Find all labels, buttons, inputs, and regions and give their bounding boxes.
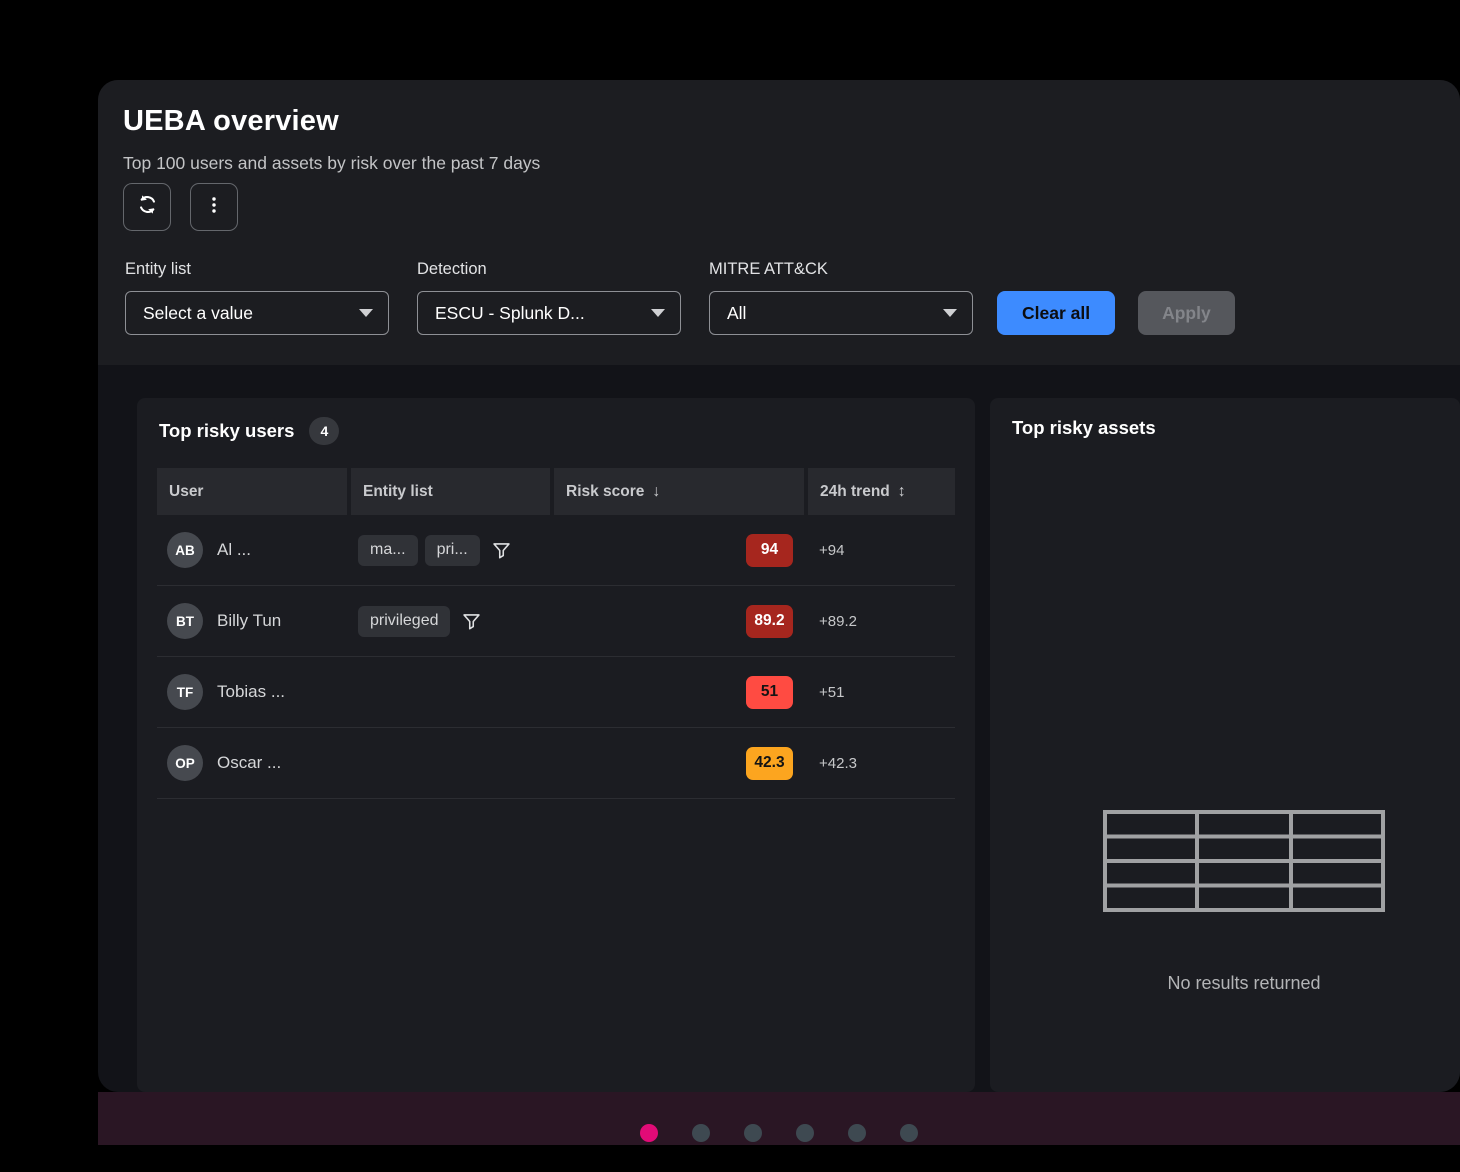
user-cell: AB Al ... [157, 515, 347, 585]
toolbar [123, 183, 1460, 231]
user-cell: BT Billy Tun [157, 586, 347, 656]
table-row[interactable]: BT Billy Tun privileged 89.2 +89.2 [157, 586, 955, 657]
trend-value: +51 [819, 684, 844, 701]
column-header-24h-trend[interactable]: 24h trend ↕ [808, 468, 955, 515]
risk-score-cell: 94 [554, 515, 804, 585]
user-cell: OP Oscar ... [157, 728, 347, 798]
sort-both-icon: ↕ [898, 483, 906, 501]
users-table-header: User Entity list Risk score ↓ 24h trend … [157, 468, 955, 515]
users-count-badge: 4 [309, 417, 339, 445]
entity-list-value: Select a value [143, 303, 253, 324]
column-header-risk-score[interactable]: Risk score ↓ [554, 468, 804, 515]
pagination-dot-active[interactable] [640, 1124, 658, 1142]
risk-score-cell: 42.3 [554, 728, 804, 798]
column-header-entity-list[interactable]: Entity list [351, 468, 550, 515]
page-title: UEBA overview [123, 103, 1460, 139]
user-name: Oscar ... [217, 753, 281, 773]
top-risky-assets-panel: Top risky assets No results returned [990, 398, 1460, 1092]
pagination-dot[interactable] [796, 1124, 814, 1142]
kebab-menu-icon [203, 194, 225, 221]
trend-cell: +94 [808, 515, 955, 585]
risk-score-badge: 94 [746, 534, 793, 567]
user-cell: TF Tobias ... [157, 657, 347, 727]
risk-score-badge: 42.3 [746, 747, 793, 780]
risk-score-badge: 89.2 [746, 605, 793, 638]
trend-cell: +42.3 [808, 728, 955, 798]
chevron-down-icon [651, 309, 665, 317]
chevron-down-icon [359, 309, 373, 317]
mitre-attck-label: MITRE ATT&CK [709, 260, 973, 279]
top-risky-users-panel: Top risky users 4 User Entity list Risk … [137, 398, 975, 1092]
assets-empty-state: No results returned [1103, 810, 1385, 994]
table-row[interactable]: AB Al ... ma...pri... 94 +94 [157, 515, 955, 586]
apply-button[interactable]: Apply [1138, 291, 1235, 335]
entity-list-dropdown[interactable]: Select a value [125, 291, 389, 335]
entity-tag[interactable]: pri... [425, 535, 480, 566]
entity-list-label: Entity list [125, 260, 389, 279]
sort-descending-icon: ↓ [652, 483, 660, 501]
avatar: OP [167, 745, 203, 781]
filter-icon[interactable] [461, 611, 482, 632]
mitre-attck-dropdown[interactable]: All [709, 291, 973, 335]
pagination-dots [640, 1124, 918, 1142]
header-section: UEBA overview Top 100 users and assets b… [98, 80, 1460, 365]
mitre-attck-value: All [727, 303, 746, 324]
entity-cell [351, 657, 550, 727]
pagination-dot[interactable] [900, 1124, 918, 1142]
clear-all-button[interactable]: Clear all [997, 291, 1115, 335]
filter-icon[interactable] [491, 540, 512, 561]
entity-cell: ma...pri... [351, 515, 550, 585]
table-row[interactable]: TF Tobias ... 51 +51 [157, 657, 955, 728]
page-subtitle: Top 100 users and assets by risk over th… [123, 152, 1460, 174]
refresh-icon [135, 192, 160, 222]
filter-bar: Entity list Select a value Detection ESC… [125, 260, 1235, 335]
risk-score-cell: 89.2 [554, 586, 804, 656]
trend-cell: +89.2 [808, 586, 955, 656]
users-table: User Entity list Risk score ↓ 24h trend … [157, 468, 955, 799]
assets-panel-title: Top risky assets [1012, 417, 1156, 439]
pagination-dot[interactable] [744, 1124, 762, 1142]
detection-label: Detection [417, 260, 681, 279]
trend-value: +94 [819, 542, 844, 559]
entity-cell: privileged [351, 586, 550, 656]
column-header-user[interactable]: User [157, 468, 347, 515]
table-row[interactable]: OP Oscar ... 42.3 +42.3 [157, 728, 955, 799]
pagination-bar [98, 1092, 1460, 1145]
user-name: Billy Tun [217, 611, 281, 631]
detection-dropdown[interactable]: ESCU - Splunk D... [417, 291, 681, 335]
chevron-down-icon [943, 309, 957, 317]
no-results-message: No results returned [1103, 973, 1385, 994]
risk-score-badge: 51 [746, 676, 793, 709]
users-panel-title: Top risky users [159, 420, 294, 442]
entity-tag[interactable]: privileged [358, 606, 450, 637]
user-name: Al ... [217, 540, 251, 560]
user-name: Tobias ... [217, 682, 285, 702]
main-card: UEBA overview Top 100 users and assets b… [98, 80, 1460, 1092]
more-actions-button[interactable] [190, 183, 238, 231]
avatar: AB [167, 532, 203, 568]
pagination-dot[interactable] [848, 1124, 866, 1142]
entity-cell [351, 728, 550, 798]
avatar: TF [167, 674, 203, 710]
trend-value: +42.3 [819, 755, 857, 772]
pagination-dot[interactable] [692, 1124, 710, 1142]
trend-cell: +51 [808, 657, 955, 727]
empty-table-illustration [1103, 899, 1385, 916]
detection-value: ESCU - Splunk D... [435, 303, 585, 324]
entity-tag[interactable]: ma... [358, 535, 418, 566]
users-table-body: AB Al ... ma...pri... 94 +94 BT Billy Tu… [157, 515, 955, 799]
trend-value: +89.2 [819, 613, 857, 630]
avatar: BT [167, 603, 203, 639]
refresh-button[interactable] [123, 183, 171, 231]
risk-score-cell: 51 [554, 657, 804, 727]
